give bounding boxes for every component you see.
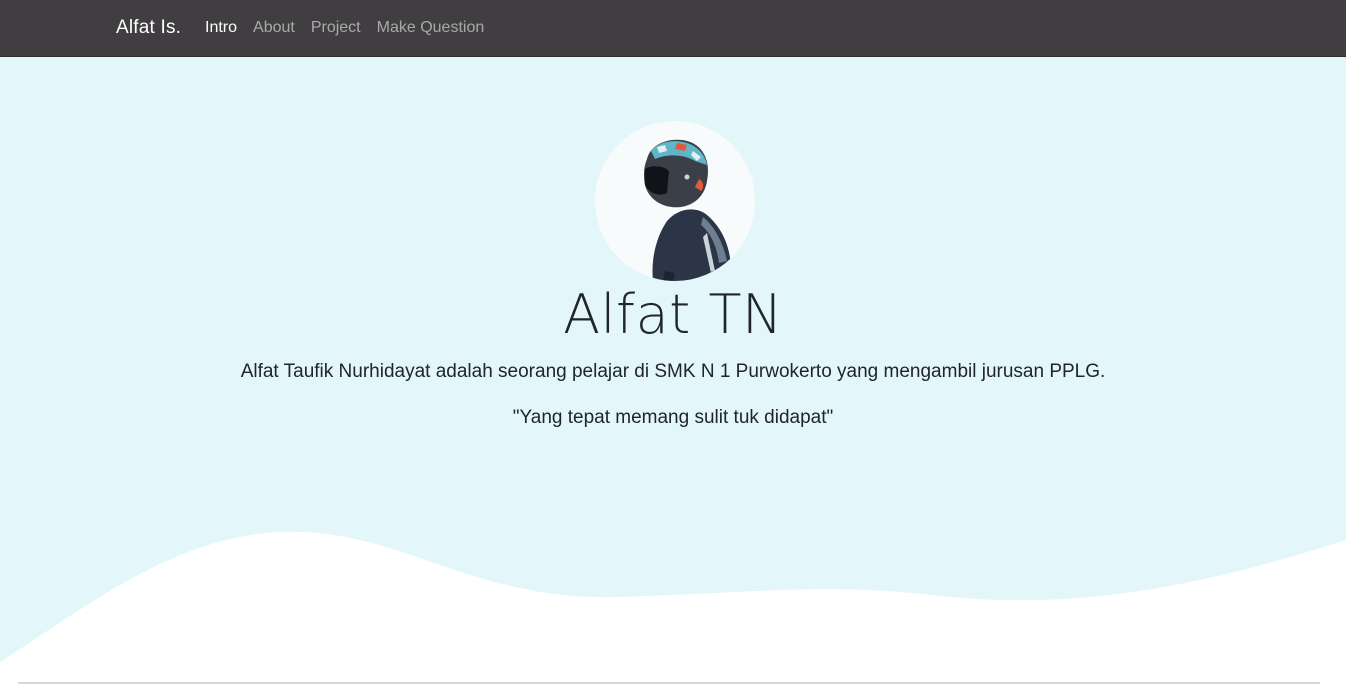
nav-links: Intro About Project Make Question (205, 19, 484, 37)
nav-link-intro[interactable]: Intro (205, 19, 237, 37)
nav-link-project[interactable]: Project (311, 19, 361, 37)
rider-photo (643, 139, 732, 281)
profile-avatar (595, 121, 755, 281)
hero-description: Alfat Taufik Nurhidayat adalah seorang p… (240, 361, 1106, 382)
nav-link-about[interactable]: About (253, 19, 295, 37)
hero-title: Alfat TN (563, 283, 783, 346)
navbar: Alfat Is. Intro About Project Make Quest… (0, 0, 1346, 57)
hero-section: Alfat TN Alfat Taufik Nurhidayat adalah … (0, 57, 1346, 684)
brand-link[interactable]: Alfat Is. (116, 17, 181, 39)
hero-quote: "Yang tepat memang sulit tuk didapat" (512, 407, 834, 428)
nav-link-make-question[interactable]: Make Question (377, 19, 485, 37)
